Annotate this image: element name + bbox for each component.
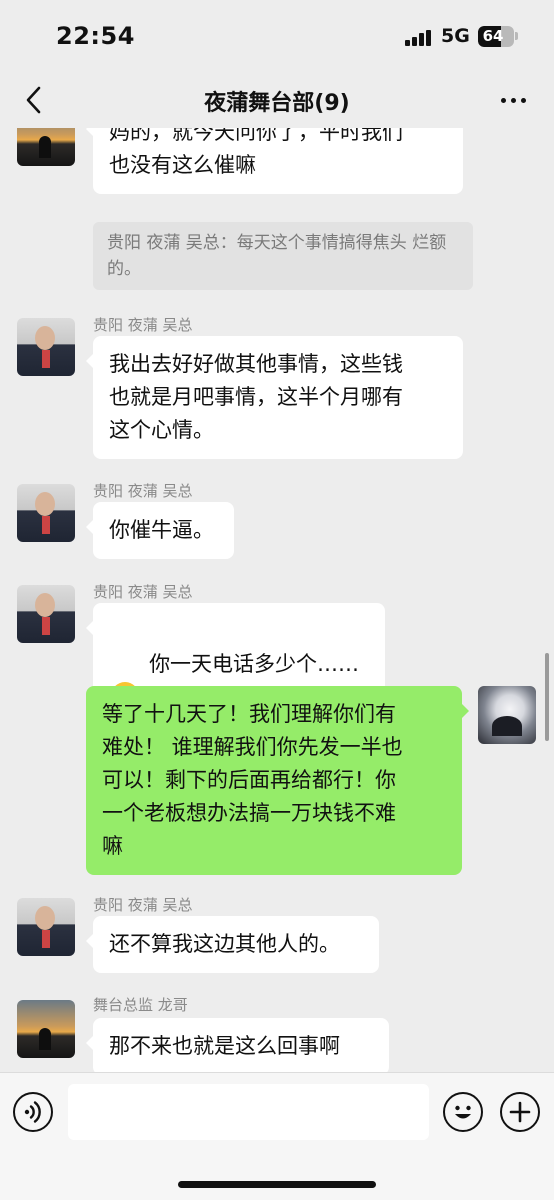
message-bubble[interactable]: 那不来也就是这么回事啊 xyxy=(86,1018,389,1072)
scrollbar[interactable] xyxy=(545,653,549,741)
message-bubble[interactable]: 妈的，就今天问你了，平时我们 也没有这么催嘛 xyxy=(86,128,463,194)
signal-icon xyxy=(405,30,433,46)
plus-icon[interactable] xyxy=(500,1092,540,1132)
avatar[interactable] xyxy=(17,318,75,376)
battery-icon: 64 xyxy=(478,26,514,47)
voice-icon[interactable] xyxy=(13,1092,53,1132)
avatar[interactable] xyxy=(17,128,75,166)
sender-name: 贵阳 夜蒲 吴总 xyxy=(93,482,193,500)
message-bubble[interactable]: 你催牛逼。 xyxy=(86,502,234,559)
sender-name: 贵阳 夜蒲 吴总 xyxy=(93,583,193,601)
message-bubble-outgoing[interactable]: 等了十几天了！我们理解你们有 难处！ 谁理解我们你先发一半也 可以！剩下的后面再… xyxy=(86,686,469,875)
home-indicator[interactable] xyxy=(178,1181,376,1188)
emoji-icon[interactable] xyxy=(443,1092,483,1132)
chat-title: 夜蒲舞台部(9) xyxy=(204,91,350,116)
chat-header: 夜蒲舞台部(9) xyxy=(0,72,554,128)
chat-message-list[interactable]: 妈的，就今天问你了，平时我们 也没有这么催嘛 贵阳 夜蒲 吴总：每天这个事情搞得… xyxy=(0,128,554,1072)
message-text: 你一天电话多少个…… xyxy=(149,652,360,676)
avatar[interactable] xyxy=(17,585,75,643)
back-chevron-icon[interactable] xyxy=(20,82,50,118)
avatar[interactable] xyxy=(17,484,75,542)
battery-tip xyxy=(515,32,518,40)
avatar[interactable] xyxy=(478,686,536,744)
avatar[interactable] xyxy=(17,1000,75,1058)
message-bubble[interactable]: 我出去好好做其他事情，这些钱 也就是月吧事情，这半个月哪有 这个心情。 xyxy=(86,336,463,459)
battery-level: 64 xyxy=(482,27,504,45)
status-time: 22:54 xyxy=(56,22,135,50)
input-bar xyxy=(0,1072,554,1200)
sender-name: 贵阳 夜蒲 吴总 xyxy=(93,316,193,334)
message-bubble[interactable]: 还不算我这边其他人的。 xyxy=(86,916,379,973)
network-type: 5G xyxy=(441,25,470,47)
more-dots-icon[interactable] xyxy=(496,84,532,116)
message-input[interactable] xyxy=(68,1084,429,1140)
status-bar: 22:54 5G 64 xyxy=(0,0,554,72)
sender-name: 贵阳 夜蒲 吴总 xyxy=(93,896,193,914)
quoted-message[interactable]: 贵阳 夜蒲 吴总：每天这个事情搞得焦头 烂额的。 xyxy=(93,222,473,290)
avatar[interactable] xyxy=(17,898,75,956)
sender-name: 舞台总监 龙哥 xyxy=(93,996,188,1014)
